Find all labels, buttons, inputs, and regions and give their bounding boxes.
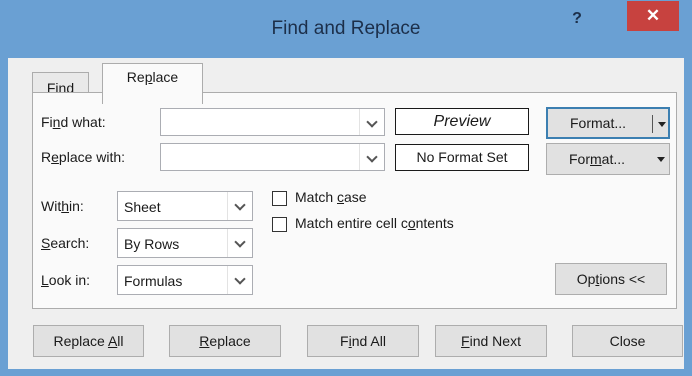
close-button[interactable]: Close [572, 325, 683, 357]
replace-format-label-accel: m [590, 151, 602, 167]
replace-with-dropdown-arrow[interactable] [359, 144, 384, 170]
tab-replace-label-accel: p [144, 69, 153, 85]
look-in-label-b: ook in: [48, 272, 91, 288]
replace-label-b: eplace [209, 333, 251, 349]
within-value: Sheet [124, 199, 161, 215]
look-in-label: Look in: [41, 272, 90, 288]
find-what-label: Find what: [41, 114, 106, 130]
look-in-select[interactable]: Formulas [117, 265, 253, 295]
match-case-checkbox[interactable] [272, 191, 287, 206]
replace-tab-panel: Find what: Preview Format... Replace wit… [32, 92, 677, 309]
search-label: Search: [41, 235, 89, 251]
replace-format-button[interactable]: Format... [546, 143, 670, 175]
close-label: Close [609, 333, 646, 349]
look-in-value: Formulas [124, 273, 183, 289]
search-value: By Rows [124, 236, 180, 252]
match-case-label-accel: c [337, 189, 345, 205]
match-entire-label-a: Match entire cell c [295, 215, 408, 231]
match-entire-label-b: ntents [415, 215, 454, 231]
find-format-preview: Preview [395, 108, 529, 135]
replace-all-label-accel: A [107, 333, 118, 349]
within-label-accel: h [61, 198, 70, 214]
search-dropdown-arrow[interactable] [227, 229, 252, 257]
tab-replace-label-a: Re [126, 69, 145, 85]
options-button[interactable]: Options << [555, 263, 667, 295]
find-all-button[interactable]: Find All [307, 325, 419, 357]
find-next-label-b: ind Next [469, 333, 521, 349]
look-in-label-accel: L [41, 272, 49, 288]
match-entire-cell-checkbox[interactable] [272, 217, 287, 232]
options-label-a: Op [576, 271, 596, 287]
tab-replace[interactable]: Replace [102, 63, 203, 104]
find-what-combo[interactable] [160, 108, 385, 136]
search-label-b: earch: [50, 235, 90, 251]
within-select[interactable]: Sheet [117, 191, 253, 221]
replace-with-label-a: R [41, 149, 52, 165]
replace-format-preview: No Format Set [395, 144, 529, 171]
match-case-label[interactable]: Match case [295, 189, 367, 205]
replace-label-accel: R [199, 333, 210, 349]
replace-with-label: Replace with: [41, 149, 125, 165]
options-label-b: ions << [599, 271, 646, 287]
title-bar: Find and Replace ? ✕ [0, 0, 692, 58]
replace-all-label-b: ll [117, 333, 124, 349]
find-replace-dialog: Find and Replace ? ✕ Find Replace Find w… [0, 0, 692, 376]
close-window-button[interactable]: ✕ [627, 1, 679, 31]
find-all-label-a: F [340, 333, 349, 349]
match-case-label-a: Match [295, 189, 338, 205]
find-next-button[interactable]: Find Next [435, 325, 547, 357]
chevron-down-icon[interactable] [658, 122, 666, 127]
find-what-dropdown-arrow[interactable] [359, 109, 384, 135]
within-label-b: in: [69, 198, 84, 214]
replace-all-button[interactable]: Replace All [33, 325, 144, 357]
dialog-client-area: Find Replace Find what: Preview Format..… [8, 58, 684, 369]
replace-with-combo[interactable] [160, 143, 385, 171]
find-format-split-divider [652, 115, 653, 133]
replace-button[interactable]: Replace [169, 325, 281, 357]
match-entire-cell-label[interactable]: Match entire cell contents [295, 215, 454, 231]
find-what-label-b: d what: [60, 114, 106, 130]
tab-replace-label-b: lace [152, 69, 179, 85]
chevron-down-icon[interactable] [657, 157, 665, 162]
replace-all-label-a: Replace [53, 333, 108, 349]
replace-format-label-a: For [569, 151, 590, 167]
replace-format-label-b: at... [601, 151, 626, 167]
search-label-accel: S [41, 235, 51, 251]
find-format-button[interactable]: Format... [546, 107, 670, 139]
match-case-label-b: ase [344, 189, 367, 205]
look-in-dropdown-arrow[interactable] [227, 266, 252, 294]
search-select[interactable]: By Rows [117, 228, 253, 258]
replace-with-label-b: place with: [58, 149, 126, 165]
within-label-a: Wit [41, 198, 62, 214]
find-what-label-a: Fi [41, 114, 53, 130]
find-format-label: Format... [570, 115, 627, 131]
find-all-label-b: nd All [351, 333, 386, 349]
within-label: Within: [41, 198, 84, 214]
replace-with-label-accel: e [51, 149, 59, 165]
help-button[interactable]: ? [564, 10, 590, 32]
match-entire-label-accel: o [407, 215, 416, 231]
within-dropdown-arrow[interactable] [227, 192, 252, 220]
find-next-label-accel: F [461, 333, 470, 349]
